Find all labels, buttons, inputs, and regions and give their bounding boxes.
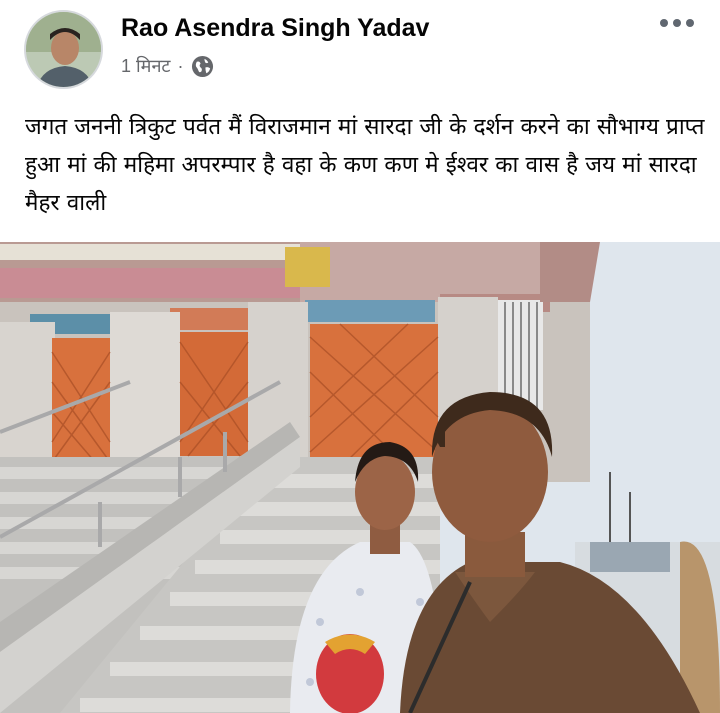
meta-separator: ·	[177, 55, 184, 76]
more-options-dot	[673, 19, 681, 27]
author-name[interactable]: Rao Asendra Singh Yadav	[121, 14, 429, 43]
post-meta: 1 मिनट ·	[121, 53, 214, 79]
author-avatar[interactable]	[24, 10, 103, 89]
more-options-button[interactable]	[652, 8, 702, 38]
more-options-icon	[660, 19, 668, 27]
post-caption: जगत जननी त्रिकुट पर्वत मैं विराजमान मां …	[25, 114, 705, 216]
avatar-photo	[26, 12, 101, 87]
temple-selfie-photo	[0, 242, 720, 713]
post-photo[interactable]	[0, 242, 720, 713]
globe-icon[interactable]	[191, 55, 214, 78]
more-options-dot	[686, 19, 694, 27]
post-timestamp[interactable]: 1 मिनट	[121, 54, 171, 78]
post-header: Rao Asendra Singh Yadav 1 मिनट ·	[0, 0, 720, 95]
